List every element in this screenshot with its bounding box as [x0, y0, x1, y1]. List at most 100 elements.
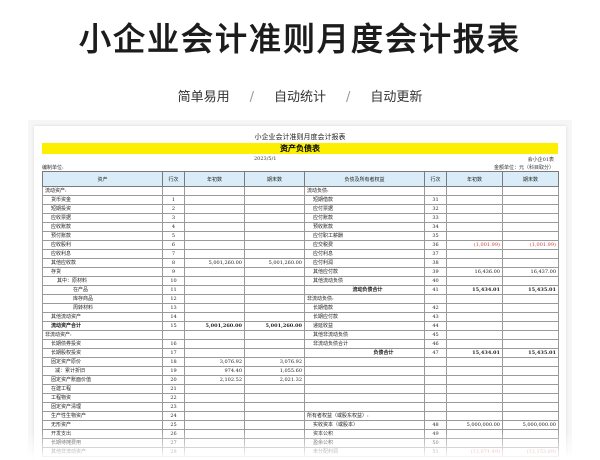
table-cell: 15 [162, 321, 185, 331]
table-cell [446, 222, 503, 232]
unit-label: 金额单位：元（科目取分） [493, 165, 554, 171]
table-cell [446, 312, 503, 322]
table-row: 预付账款 5 应付职工薪酬 35 [42, 231, 559, 241]
table-cell: 5,001,260.00 [244, 258, 305, 268]
table-cell: 应付票据 [304, 204, 425, 214]
table-cell [244, 393, 305, 403]
table-row: 在产品 11 流动负债合计 41 15,434.01 15,435.01 [42, 285, 559, 295]
table-cell [244, 249, 305, 259]
table-cell: 2 [162, 204, 185, 214]
table-cell: 4 [162, 222, 185, 232]
table-cell: 其他非流动负债 [304, 330, 425, 340]
table-cell [244, 303, 305, 313]
table-cell: 12 [162, 294, 185, 304]
table-cell [502, 195, 559, 205]
table-cell: 流动负债合计 [304, 285, 425, 295]
table-cell: 货币资金 [42, 195, 163, 205]
table-cell: 35 [424, 231, 447, 241]
table-cell [446, 195, 503, 205]
table-cell [502, 204, 559, 214]
table-cell [244, 213, 305, 223]
table-cell [424, 366, 447, 376]
table-cell [244, 294, 305, 304]
table-cell: 11 [162, 285, 185, 295]
table-cell: 减：累计折旧 [42, 366, 163, 376]
table-cell [244, 267, 305, 277]
table-cell: 40 [424, 276, 447, 286]
sheet-meta-row-1: 2023/5/1 会小企01表 [42, 154, 558, 163]
table-cell: 1,055.60 [244, 366, 305, 376]
table-cell [244, 285, 305, 295]
table-cell: 其他流动负债 [304, 276, 425, 286]
table-cell: 流动负债: [304, 186, 425, 196]
table-cell: 应付职工薪酬 [304, 231, 425, 241]
table-cell: 周转材料 [42, 303, 163, 313]
sheet-meta-row-2: 编制单位: 金额单位：元（科目取分） [42, 163, 558, 171]
table-cell: 应付账款 [304, 213, 425, 223]
table-cell: 在建工程 [42, 384, 163, 394]
table-cell [244, 339, 305, 349]
table-cell [502, 258, 559, 268]
table-cell [446, 258, 503, 268]
table-cell: 15,434.01 [446, 348, 503, 358]
table-cell [502, 384, 559, 394]
table-cell: 20 [162, 375, 185, 385]
table-cell: 42 [424, 303, 447, 313]
table-cell [184, 384, 245, 394]
table-cell: 存货 [42, 267, 163, 277]
table-cell: 应收利息 [42, 249, 163, 259]
table-cell: 所有者权益（或股东权益）: [304, 411, 425, 421]
table-cell [502, 411, 559, 421]
table-cell: 15,435.01 [502, 285, 559, 295]
table-cell [184, 402, 245, 412]
column-header: 年初数 [184, 171, 245, 187]
table-cell: 43 [424, 312, 447, 322]
table-cell: 24 [162, 411, 185, 421]
table-row: 长期债券投资 16 非流动负债合计 46 [42, 339, 559, 349]
table-cell: 15,434.01 [446, 285, 503, 295]
table-cell: 19 [162, 366, 185, 376]
table-cell: (1,001.99) [502, 240, 559, 250]
table-cell [304, 393, 425, 403]
table-cell [244, 411, 305, 421]
table-cell: 9 [162, 267, 185, 277]
table-cell: 长期债券投资 [42, 339, 163, 349]
table-cell: 5,001,260.00 [184, 258, 245, 268]
table-cell [184, 411, 245, 421]
table-cell [184, 393, 245, 403]
table-cell: 长期应付款 [304, 312, 425, 322]
table-cell [502, 312, 559, 322]
table-cell: 25 [162, 420, 185, 430]
table-cell: 10 [162, 276, 185, 286]
table-cell [446, 384, 503, 394]
table-cell: 48 [424, 420, 447, 430]
table-cell: 无形资产 [42, 420, 163, 430]
table-header-row: 资产 行次 年初数 期末数 负债及所有者权益 行次 年初数 期末数 [42, 171, 559, 187]
table-cell [424, 375, 447, 385]
table-cell: 7 [162, 249, 185, 259]
table-cell [184, 240, 245, 250]
bottom-fade [0, 430, 600, 460]
table-body: 流动资产: 流动负债: 货币资金 1 短期借款 31 短期投资 2 应付票据 32 应收票据 3 应付账… [42, 186, 559, 457]
table-cell [304, 375, 425, 385]
table-cell [446, 303, 503, 313]
table-cell [502, 231, 559, 241]
table-cell: 974.40 [184, 366, 245, 376]
table-cell [184, 213, 245, 223]
table-cell [244, 420, 305, 430]
table-cell: 固定资产账面价值 [42, 375, 163, 385]
table-row: 库存商品 12 非流动负债: [42, 294, 559, 304]
table-cell [502, 393, 559, 403]
table-cell [244, 240, 305, 250]
table-cell [502, 186, 559, 196]
table-cell: 41 [424, 285, 447, 295]
table-row: 其中：原材料 10 其他流动负债 40 [42, 276, 559, 286]
table-row: 固定资产原价 18 3,076.92 3,076.92 [42, 357, 559, 367]
column-header: 负债及所有者权益 [304, 171, 425, 187]
table-cell [244, 330, 305, 340]
table-cell: 短期投资 [42, 204, 163, 214]
compiler-label: 编制单位: [42, 165, 64, 171]
table-row: 无形资产 25 实收资本（或股本） 48 5,000,000.00 5,000,000.0… [42, 420, 559, 430]
table-cell: 17 [162, 348, 185, 358]
table-cell: 5,000,000.00 [446, 420, 503, 430]
